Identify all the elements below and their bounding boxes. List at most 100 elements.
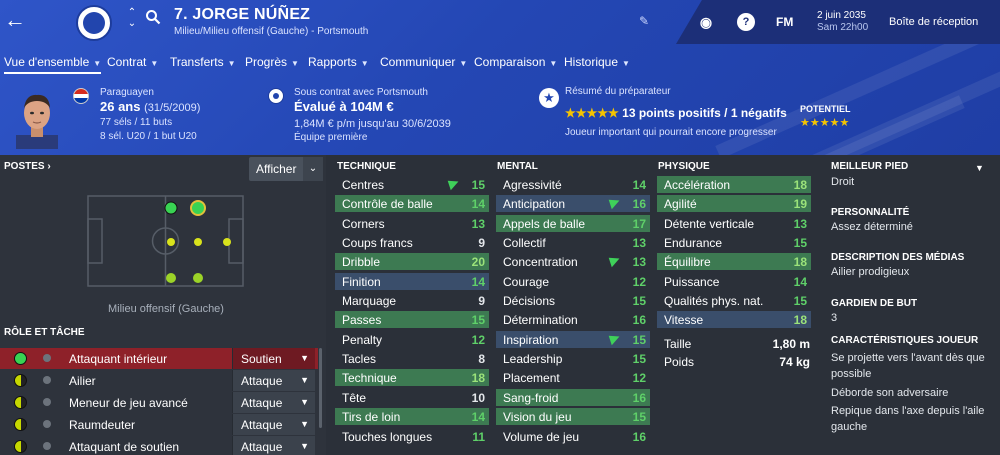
inbox-button[interactable]: Boîte de réception xyxy=(889,16,978,28)
tab-communicate[interactable]: Communiquer ▼ xyxy=(380,55,467,69)
duty-label: Attaque xyxy=(241,418,283,432)
attribute-row[interactable]: Détermination 16 xyxy=(496,311,650,328)
attribute-row[interactable]: Vision du jeu 15 xyxy=(496,408,650,425)
attribute-row[interactable]: Agressivité 14 xyxy=(496,176,650,193)
player-traits-title: CARACTÉRISTIQUES JOUEUR xyxy=(831,335,979,346)
role-suitability-icon xyxy=(14,418,27,431)
attribute-row[interactable]: Passes 15 xyxy=(335,311,489,328)
player-position-club[interactable]: Milieu/Milieu offensif (Gauche) - Portsm… xyxy=(174,26,368,37)
club-badge-icon[interactable]: ◉ xyxy=(697,13,715,31)
trait-item: Se projette vers l'avant dès que possibl… xyxy=(831,352,985,380)
attribute-row[interactable]: Volume de jeu 16 xyxy=(496,428,650,445)
duty-label: Attaque xyxy=(241,396,283,410)
tab-history[interactable]: Historique ▼ xyxy=(564,55,630,69)
attribute-row[interactable]: Courage 12 xyxy=(496,273,650,290)
role-row[interactable]: Meneur de jeu avancé Attaque ▼ xyxy=(0,392,318,413)
help-icon[interactable]: ? xyxy=(737,13,755,31)
role-row[interactable]: Attaquant de soutien Attaque ▼ xyxy=(0,436,318,455)
role-indicator-icon xyxy=(43,354,51,362)
tab-comparison[interactable]: Comparaison ▼ xyxy=(474,55,557,69)
height-value: 1,80 m xyxy=(772,337,810,351)
tab-label: Historique xyxy=(564,55,619,69)
roles-scrollbar[interactable] xyxy=(319,348,322,428)
attribute-value: 15 xyxy=(793,236,807,250)
nationality[interactable]: Paraguayen xyxy=(100,87,154,98)
tab-reports[interactable]: Rapports ▼ xyxy=(308,55,369,69)
attribute-value: 10 xyxy=(471,391,485,405)
duty-label: Attaque xyxy=(241,440,283,454)
player-switch-arrows-icon[interactable]: ⌃ ⌄ xyxy=(127,7,137,29)
attribute-row[interactable]: Tête 10 xyxy=(335,389,489,406)
report-summary[interactable]: ★★★★★ 13 points positifs / 1 négatifs xyxy=(565,106,787,120)
attribute-row[interactable]: Collectif 13 xyxy=(496,234,650,251)
attribute-row[interactable]: Contrôle de balle 14 xyxy=(335,195,489,212)
attribute-row[interactable]: Centres 15 xyxy=(335,176,489,193)
attribute-name: Leadership xyxy=(503,352,563,366)
attribute-row[interactable]: Tirs de loin 14 xyxy=(335,408,489,425)
duty-dropdown[interactable]: Soutien ▼ xyxy=(232,348,315,369)
attribute-name: Appels de balle xyxy=(503,217,586,231)
attribute-name: Penalty xyxy=(342,333,383,347)
tab-overview[interactable]: Vue d'ensemble ▼ xyxy=(4,55,102,74)
role-suitability-icon xyxy=(14,440,27,453)
tab-progress[interactable]: Progrès ▼ xyxy=(245,55,299,69)
attribute-row[interactable]: Dribble 20 xyxy=(335,253,489,270)
attribute-row[interactable]: Accélération 18 xyxy=(657,176,811,193)
attribute-name: Équilibre xyxy=(664,255,711,269)
fm-menu-button[interactable]: FM xyxy=(776,15,793,29)
attribute-row[interactable]: Qualités phys. nat. 15 xyxy=(657,292,811,309)
duty-dropdown[interactable]: Attaque ▼ xyxy=(232,436,315,455)
attribute-row[interactable]: Agilité 19 xyxy=(657,195,811,212)
attribute-row[interactable]: Tacles 8 xyxy=(335,350,489,367)
tab-transfers[interactable]: Transferts ▼ xyxy=(170,55,236,69)
attribute-name: Courage xyxy=(503,275,550,289)
role-row[interactable]: Ailier Attaque ▼ xyxy=(0,370,318,391)
trend-up-icon xyxy=(608,332,622,346)
attribute-row[interactable]: Touches longues 11 xyxy=(335,428,489,445)
attribute-row[interactable]: Leadership 15 xyxy=(496,350,650,367)
edit-pencil-icon[interactable]: ✎ xyxy=(639,14,649,28)
duty-dropdown[interactable]: Attaque ▼ xyxy=(232,392,315,413)
chevron-down-icon: ▼ xyxy=(150,59,159,68)
duty-dropdown[interactable]: Attaque ▼ xyxy=(232,370,315,391)
attribute-row[interactable]: Sang-froid 16 xyxy=(496,389,650,406)
tab-contract[interactable]: Contrat ▼ xyxy=(107,55,158,69)
attribute-row[interactable]: Endurance 15 xyxy=(657,234,811,251)
attribute-row[interactable]: Placement 12 xyxy=(496,369,650,386)
player-name: 7. JORGE NÚÑEZ xyxy=(174,6,311,23)
positions-title-text: POSTES xyxy=(4,161,45,172)
attribute-name: Coups francs xyxy=(342,236,413,250)
attribute-row[interactable]: Corners 13 xyxy=(335,215,489,232)
duty-dropdown[interactable]: Attaque ▼ xyxy=(232,414,315,435)
attribute-row[interactable]: Inspiration 15 xyxy=(496,331,650,348)
attribute-row[interactable]: Finition 14 xyxy=(335,273,489,290)
chevron-down-icon[interactable]: ▼ xyxy=(975,163,984,173)
role-row[interactable]: Attaquant intérieur Soutien ▼ xyxy=(0,348,318,369)
search-icon[interactable] xyxy=(145,9,161,25)
attribute-value: 12 xyxy=(632,371,646,385)
positions-title[interactable]: POSTES › xyxy=(4,161,51,172)
club-crest-icon[interactable] xyxy=(76,5,112,41)
attribute-row[interactable]: Vitesse 18 xyxy=(657,311,811,328)
attribute-row[interactable]: Équilibre 18 xyxy=(657,253,811,270)
attribute-name: Qualités phys. nat. xyxy=(664,294,764,308)
attribute-row[interactable]: Marquage 9 xyxy=(335,292,489,309)
attribute-row[interactable]: Penalty 12 xyxy=(335,331,489,348)
attribute-row[interactable]: Concentration 13 xyxy=(496,253,650,270)
chevron-down-icon: ⌄ xyxy=(303,157,323,181)
attribute-row[interactable]: Anticipation 16 xyxy=(496,195,650,212)
attribute-row[interactable]: Coups francs 9 xyxy=(335,234,489,251)
attribute-row[interactable]: Puissance 14 xyxy=(657,273,811,290)
game-date[interactable]: 2 juin 2035 Sam 22h00 xyxy=(817,10,868,34)
attribute-row[interactable]: Appels de balle 17 xyxy=(496,215,650,232)
attribute-value: 15 xyxy=(471,313,485,327)
role-row[interactable]: Raumdeuter Attaque ▼ xyxy=(0,414,318,435)
attribute-name: Corners xyxy=(342,217,385,231)
rating-stars-icon: ★★★★★ xyxy=(565,106,619,120)
attribute-row[interactable]: Détente verticale 13 xyxy=(657,215,811,232)
attribute-row[interactable]: Décisions 15 xyxy=(496,292,650,309)
show-dropdown[interactable]: Afficher ⌄ xyxy=(249,157,323,181)
back-arrow-icon[interactable]: ← xyxy=(4,9,26,31)
attribute-value: 18 xyxy=(793,255,807,269)
attribute-row[interactable]: Technique 18 xyxy=(335,369,489,386)
